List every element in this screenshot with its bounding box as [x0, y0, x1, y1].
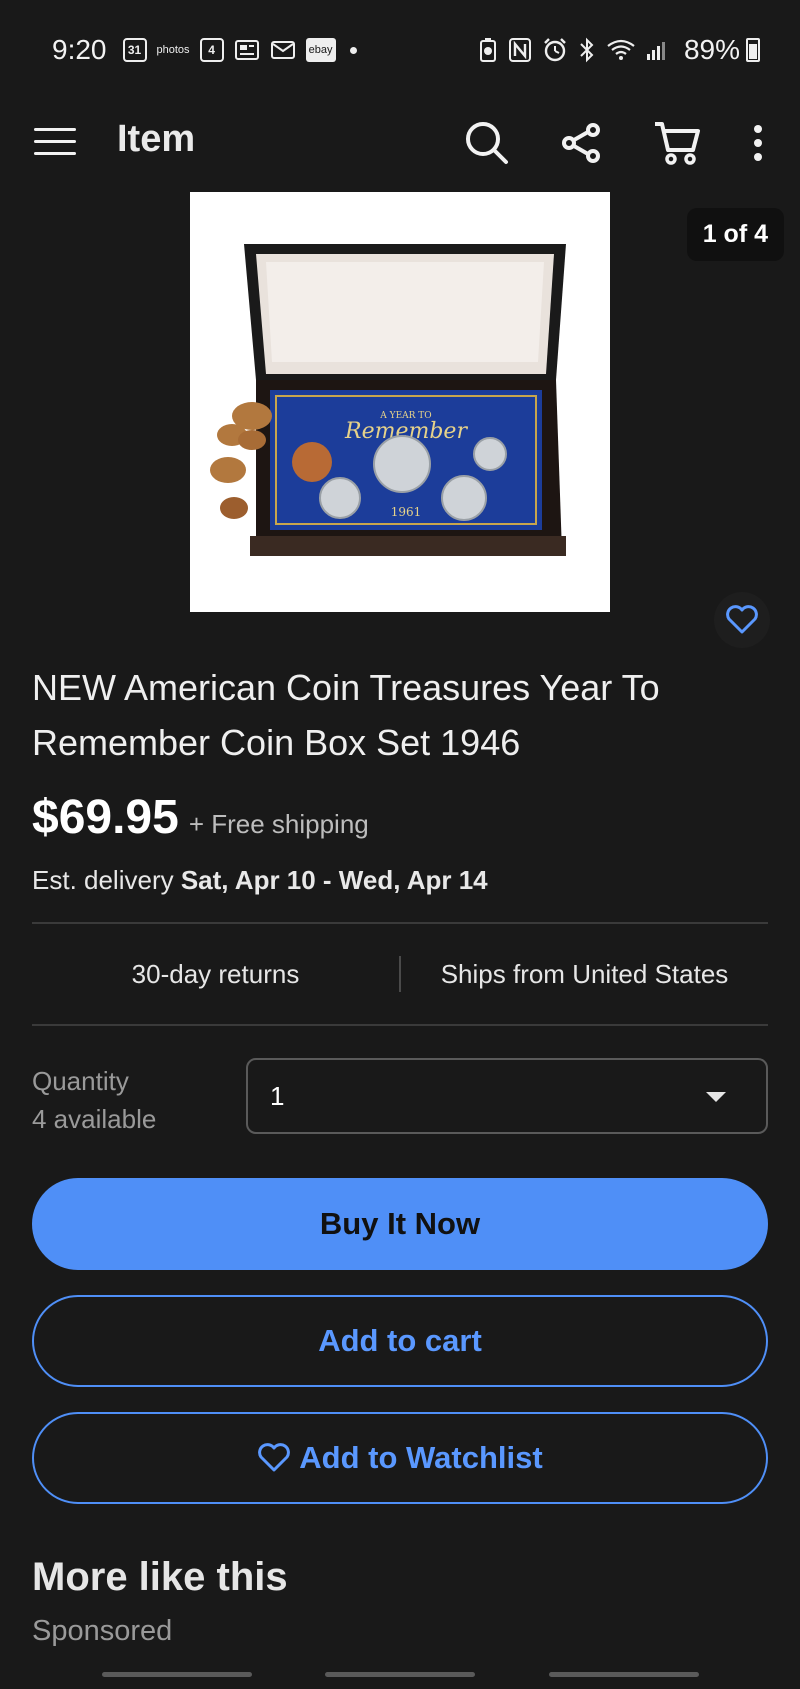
delivery-dates: Sat, Apr 10 - Wed, Apr 14	[180, 865, 488, 895]
status-time: 9:20	[52, 34, 107, 65]
add-to-watchlist-label: Add to Watchlist	[299, 1440, 543, 1475]
quantity-available: 4 available	[32, 1104, 157, 1134]
wifi-icon	[606, 38, 636, 62]
estimated-delivery: Est. delivery Sat, Apr 10 - Wed, Apr 14	[32, 865, 488, 896]
quantity-value: 1	[270, 1080, 285, 1111]
nav-recents[interactable]	[102, 1672, 252, 1677]
overflow-menu-button[interactable]	[729, 114, 787, 172]
product-image[interactable]: A YEAR TO Remember 1961	[190, 192, 610, 612]
news-icon: 4	[199, 38, 224, 62]
newspaper-icon	[234, 38, 260, 62]
signal-icon	[646, 39, 668, 61]
chevron-down-icon	[706, 1092, 726, 1102]
add-to-watchlist-button[interactable]: Add to Watchlist	[32, 1412, 768, 1504]
more-vert-icon	[754, 125, 762, 161]
price: $69.95	[32, 791, 179, 844]
product-title: NEW American Coin Treasures Year To Reme…	[32, 667, 660, 763]
app-bar: Item	[0, 100, 800, 192]
cart-icon	[655, 122, 700, 165]
alarm-icon	[542, 37, 568, 63]
image-gallery[interactable]: A YEAR TO Remember 1961 1 of 4	[0, 192, 800, 648]
nav-back[interactable]	[549, 1672, 699, 1677]
sponsored-label: Sponsored	[32, 1615, 173, 1647]
bluetooth-icon	[578, 37, 596, 63]
quantity-label: Quantity	[32, 1066, 129, 1096]
search-icon	[466, 122, 508, 164]
share-icon	[562, 123, 600, 163]
battery-level: 89%	[683, 34, 740, 65]
features-row: 30-day returns Ships from United States	[32, 924, 768, 1024]
buy-it-now-button[interactable]: Buy It Now	[32, 1178, 768, 1270]
delivery-label: Est. delivery	[32, 865, 174, 895]
search-button[interactable]	[458, 114, 516, 172]
quantity-label-group: Quantity 4 available	[32, 1062, 156, 1138]
quantity-select[interactable]: 1	[246, 1058, 768, 1134]
share-button[interactable]	[553, 114, 611, 172]
add-to-cart-button[interactable]: Add to cart	[32, 1295, 768, 1387]
page-title: Item	[117, 118, 196, 160]
watch-heart-button[interactable]	[714, 592, 770, 648]
section-title: More like this	[32, 1555, 288, 1599]
calendar-icon: 31	[122, 38, 147, 62]
mail-icon	[270, 39, 296, 61]
menu-button[interactable]	[34, 120, 76, 162]
shipping-info: + Free shipping	[188, 809, 369, 839]
cart-button[interactable]	[648, 114, 706, 172]
menu-icon	[34, 127, 76, 131]
price-row: $69.95 + Free shipping	[32, 790, 369, 845]
image-year: 1961	[391, 505, 422, 519]
more-notifications-dot	[349, 46, 357, 54]
system-nav-bar	[0, 1668, 800, 1678]
nav-home[interactable]	[325, 1672, 475, 1677]
photos-icon: photos	[156, 43, 190, 56]
image-counter: 1 of 4	[686, 208, 784, 261]
returns-info[interactable]: 30-day returns	[32, 959, 399, 990]
battery-saver-icon	[478, 37, 498, 63]
status-bar: 9:20 31 photos 4 ebay 89%	[0, 0, 800, 100]
heart-icon	[726, 605, 758, 634]
battery-icon	[746, 38, 760, 62]
nfc-icon	[508, 37, 532, 63]
divider	[32, 1024, 768, 1026]
ebay-icon: ebay	[305, 38, 336, 62]
ships-from-info[interactable]: Ships from United States	[401, 959, 768, 990]
heart-icon	[258, 1443, 291, 1472]
